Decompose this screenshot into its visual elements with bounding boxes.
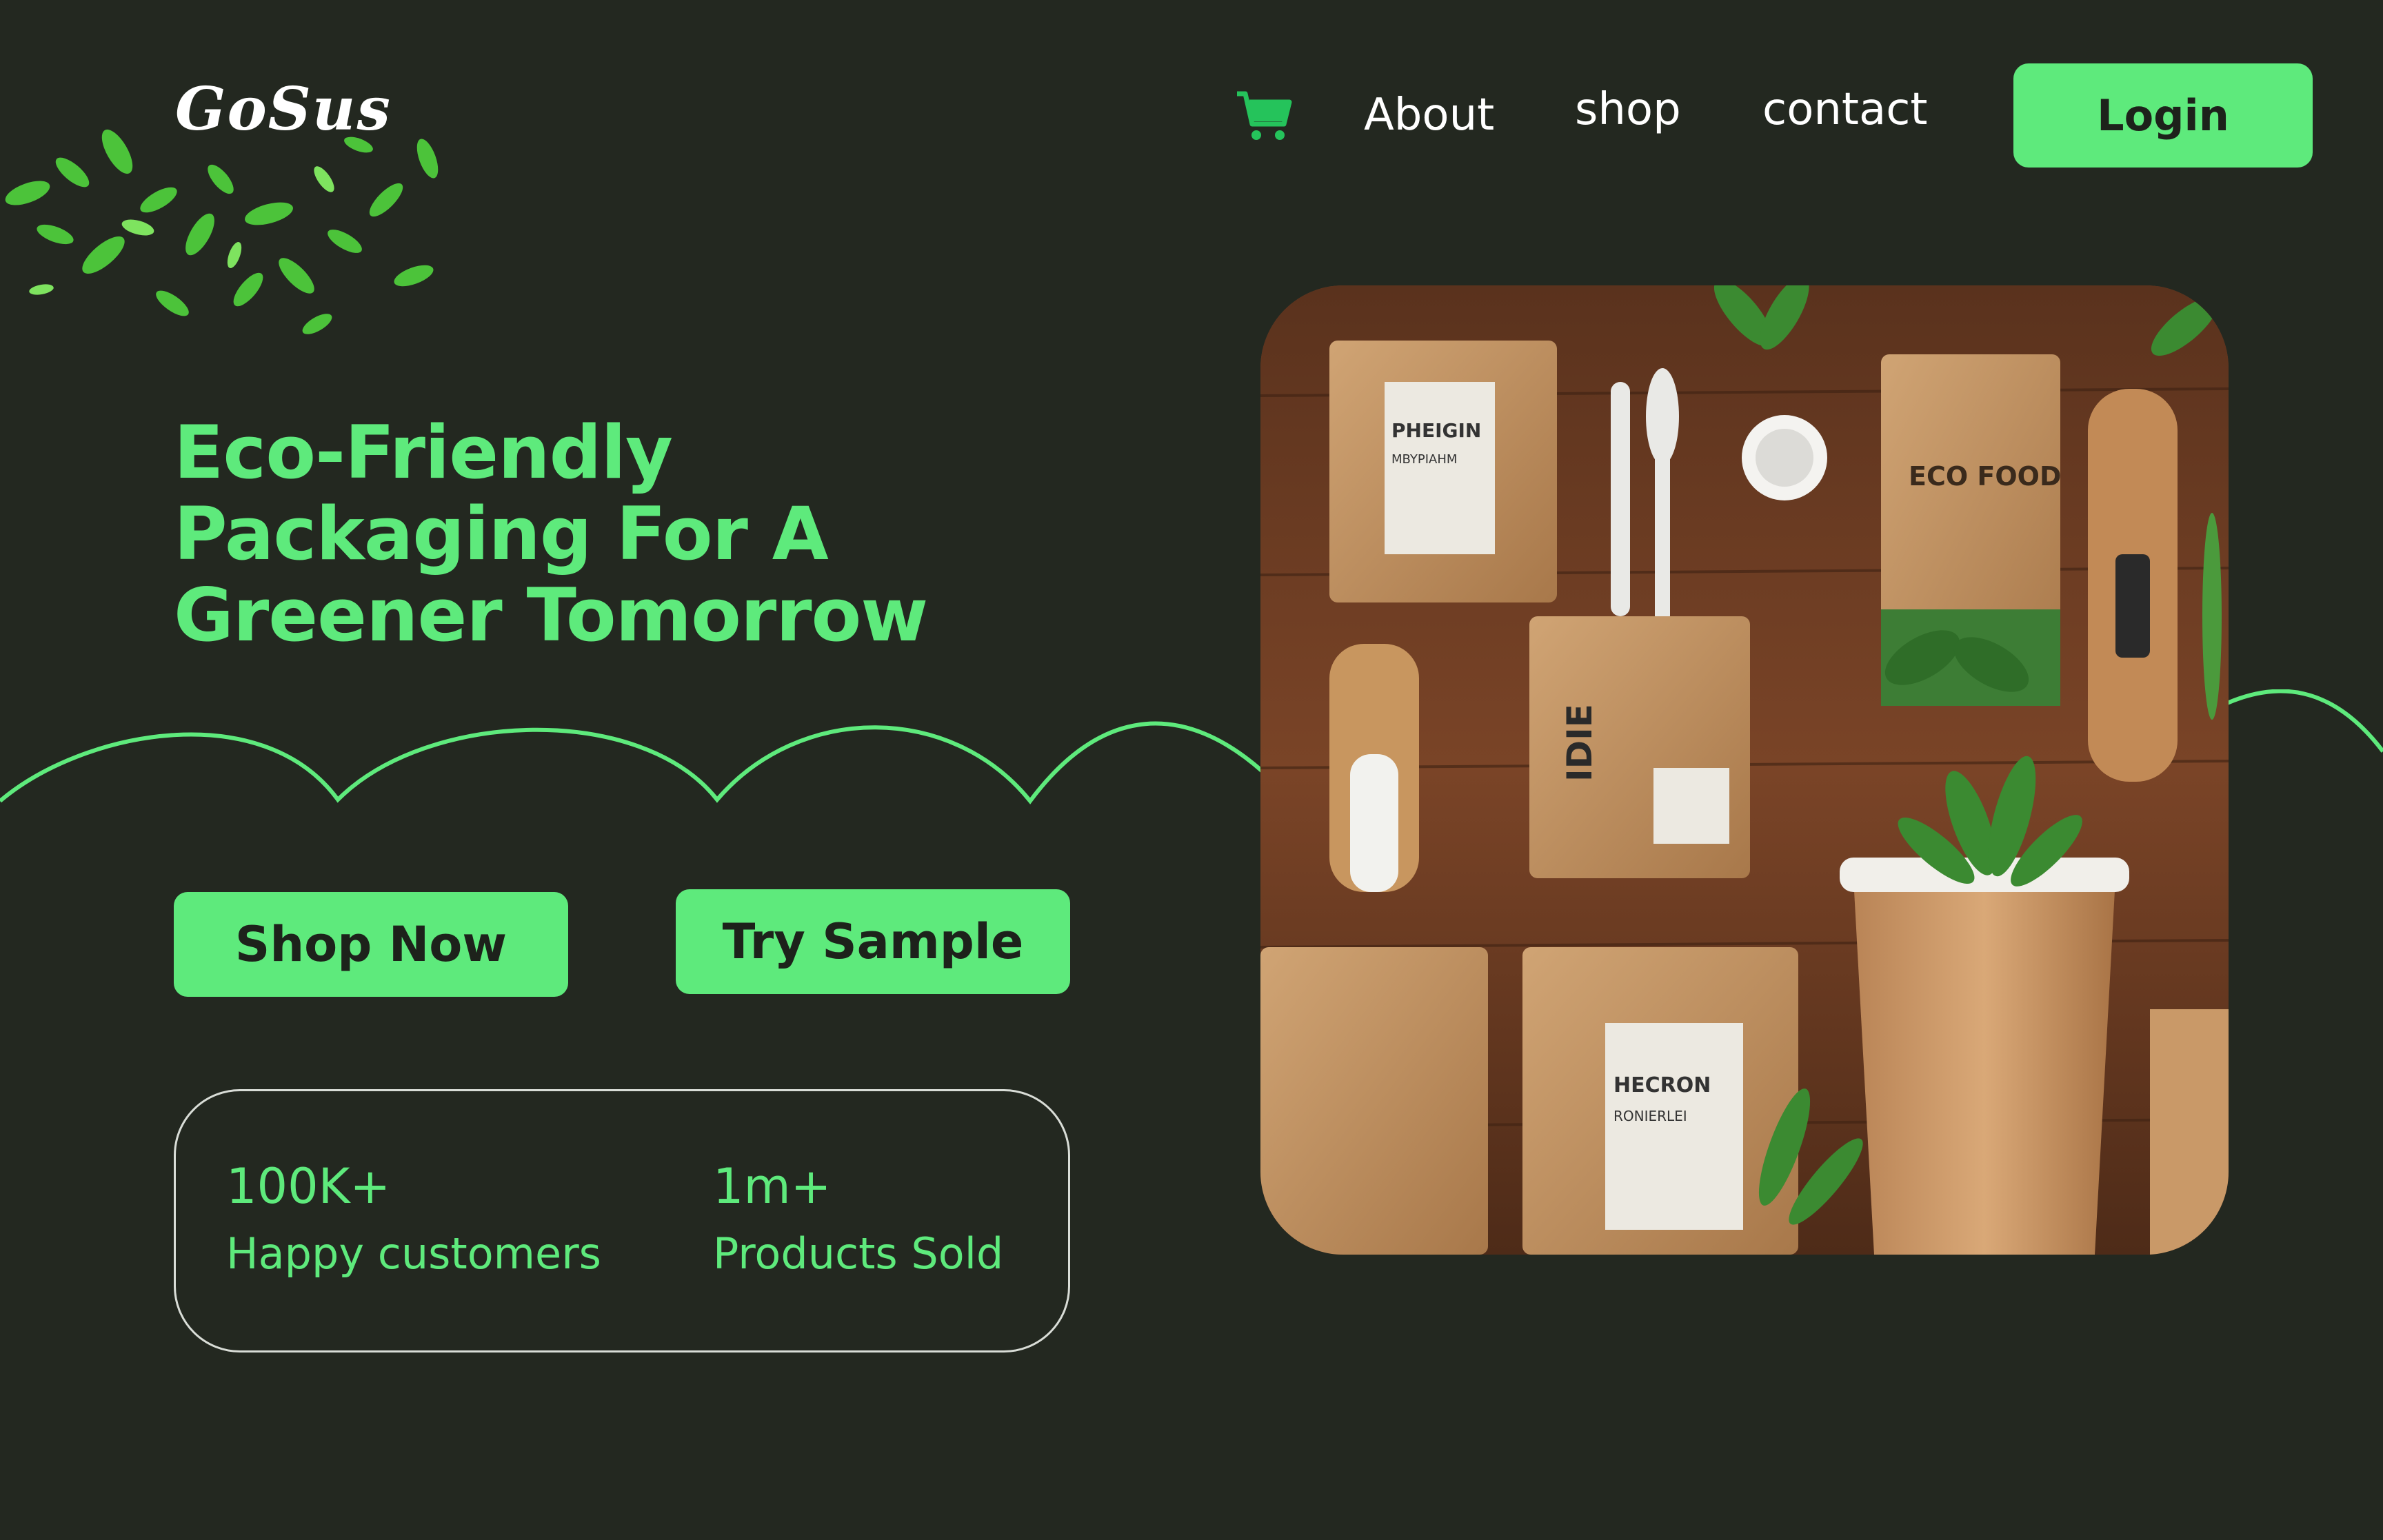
shop-now-button[interactable]: Shop Now <box>174 892 568 997</box>
stats-panel <box>174 1089 1070 1352</box>
headline-line-3: Greener Tomorrow <box>174 573 928 658</box>
stat-customers-value: 100K+ <box>226 1158 391 1215</box>
shopping-cart-icon[interactable] <box>1234 88 1294 143</box>
stat-customers-label: Happy customers <box>226 1228 601 1279</box>
product-label-4: HECRON <box>1613 1073 1711 1097</box>
hero-headline: Eco-Friendly Packaging For A Greener Tom… <box>174 412 1001 656</box>
hero-product-image: PHEIGIN MBYPIAHM ECO FOOD IDIE HECRON RO… <box>1260 285 2229 1255</box>
nav-contact[interactable]: contact <box>1762 84 1928 135</box>
login-button[interactable]: Login <box>2013 63 2313 168</box>
nav-about[interactable]: About <box>1364 90 1494 141</box>
product-label-4-sub: RONIERLEI <box>1613 1108 1687 1124</box>
try-sample-button[interactable]: Try Sample <box>676 889 1070 994</box>
product-label-1: PHEIGIN <box>1391 419 1481 442</box>
stat-products-label: Products Sold <box>713 1228 1004 1279</box>
stat-products-value: 1m+ <box>713 1158 832 1215</box>
product-image-illustration: PHEIGIN MBYPIAHM ECO FOOD IDIE HECRON RO… <box>1260 285 2229 1255</box>
headline-line-2: Packaging For A <box>174 492 829 576</box>
nav-shop[interactable]: shop <box>1575 84 1681 135</box>
leaves-decoration <box>5 129 439 334</box>
product-label-1-sub: MBYPIAHM <box>1391 452 1457 467</box>
headline-line-1: Eco-Friendly <box>174 410 673 495</box>
product-label-2: ECO FOOD <box>1909 461 2062 492</box>
product-label-3: IDIE <box>1560 704 1600 782</box>
